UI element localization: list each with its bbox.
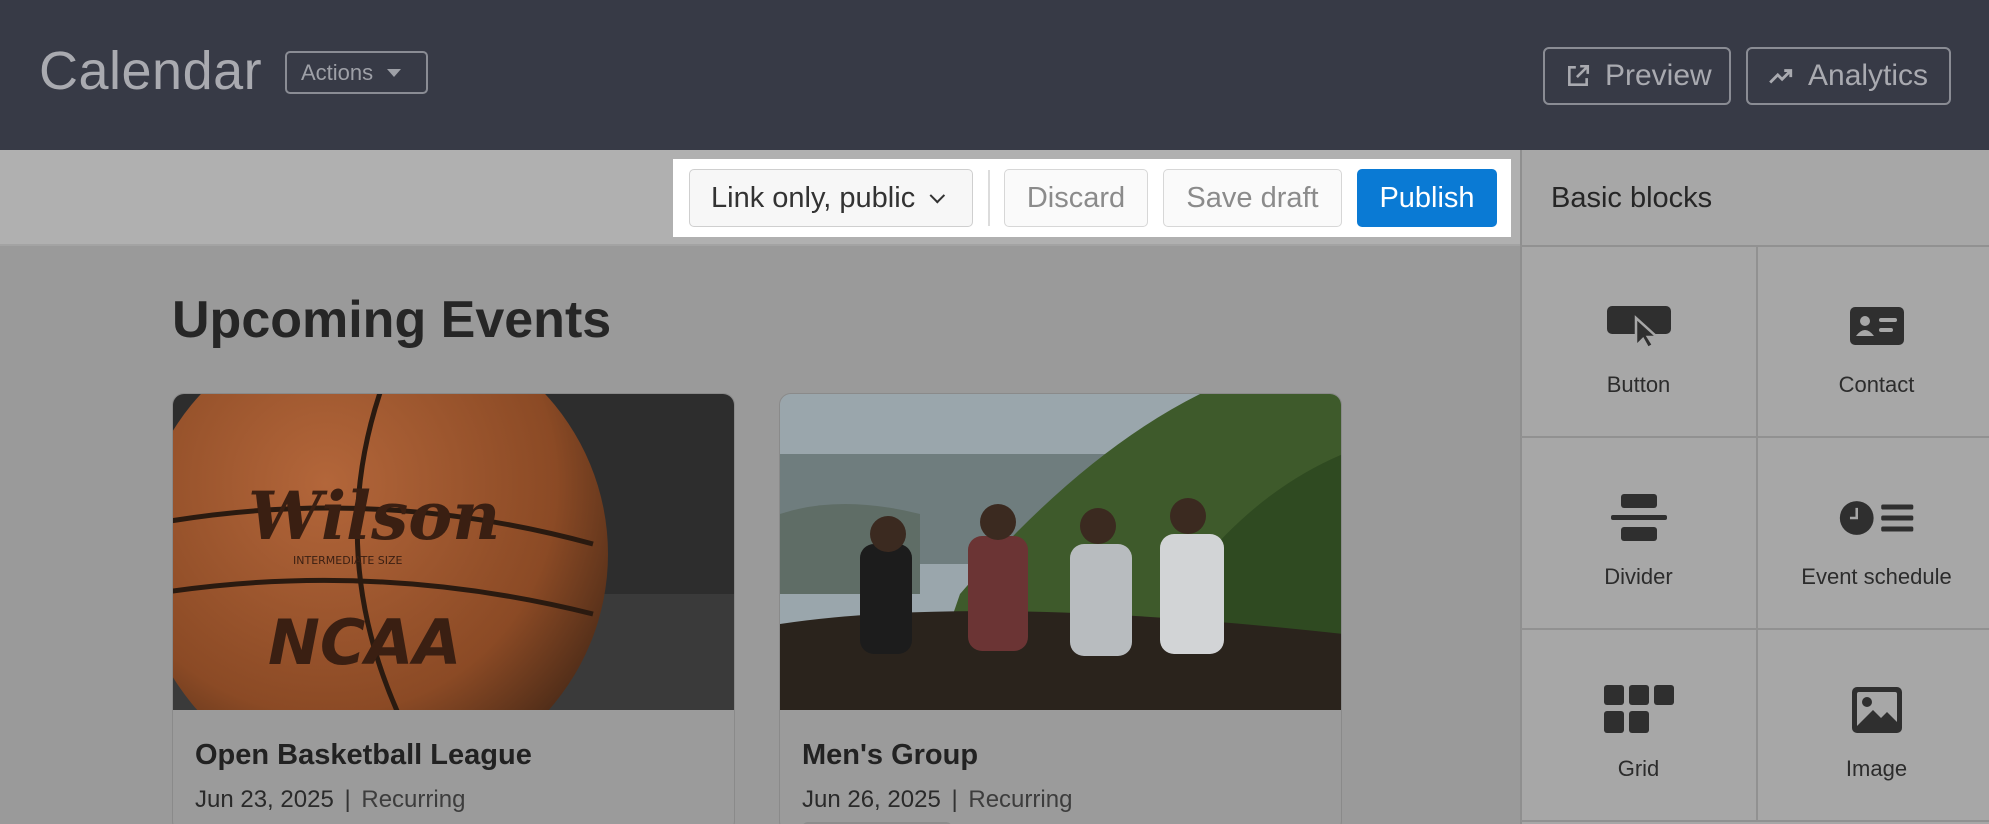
meta-separator: | — [951, 786, 958, 813]
analytics-label: Analytics — [1808, 59, 1929, 92]
image-icon — [1839, 682, 1915, 738]
publish-button[interactable]: Publish — [1357, 169, 1497, 227]
actions-label: Actions — [301, 59, 374, 85]
block-image[interactable]: Image — [1758, 630, 1989, 822]
hillside-group-image — [780, 394, 1341, 710]
contact-card-icon — [1839, 298, 1915, 354]
block-contact[interactable]: Contact — [1758, 246, 1989, 438]
block-label: Divider — [1604, 564, 1673, 589]
event-meta: Jun 23, 2025 | Recurring — [195, 786, 465, 814]
actions-dropdown[interactable]: Actions — [285, 51, 428, 94]
grid-icon — [1601, 682, 1677, 738]
divider-icon — [1601, 490, 1677, 546]
block-label: Contact — [1838, 372, 1915, 397]
svg-text:INTERMEDIATE SIZE: INTERMEDIATE SIZE — [293, 554, 403, 567]
event-card[interactable]: Men's Group Jun 26, 2025 | Recurring — [779, 393, 1342, 824]
external-link-icon — [1568, 64, 1590, 86]
basketball-image: Wilson INTERMEDIATE SIZE NCAA — [173, 394, 734, 710]
block-label: Button — [1606, 372, 1671, 397]
analytics-button[interactable]: Analytics — [1746, 47, 1951, 105]
visibility-value: Link only, public — [711, 181, 916, 214]
block-grid[interactable]: Grid — [1521, 630, 1758, 822]
event-meta: Jun 26, 2025 | Recurring — [802, 786, 1072, 814]
block-divider[interactable]: Divider — [1521, 438, 1758, 630]
block-label: Event schedule — [1801, 564, 1952, 589]
app-title: Calendar — [39, 41, 263, 101]
svg-text:NCAA: NCAA — [268, 606, 461, 679]
event-title: Open Basketball League — [195, 739, 532, 771]
svg-text:Wilson: Wilson — [248, 477, 500, 555]
block-button[interactable]: Button — [1521, 246, 1758, 438]
toolbar-divider — [988, 170, 990, 226]
block-event-schedule[interactable]: Event schedule — [1758, 438, 1989, 630]
block-label: Image — [1845, 756, 1908, 781]
block-label: Grid — [1617, 756, 1660, 781]
chevron-down-icon — [929, 187, 946, 203]
caret-down-icon — [387, 68, 402, 77]
page-title: Upcoming Events — [172, 291, 612, 349]
trending-up-icon — [1769, 69, 1793, 84]
save-draft-button[interactable]: Save draft — [1163, 169, 1342, 227]
event-card[interactable]: Wilson INTERMEDIATE SIZE NCAA Open Baske… — [172, 393, 735, 824]
button-cursor-icon — [1601, 298, 1677, 354]
event-date: Jun 23, 2025 — [195, 786, 334, 813]
preview-button[interactable]: Preview — [1543, 47, 1731, 105]
event-schedule-icon — [1839, 490, 1915, 546]
event-date: Jun 26, 2025 — [802, 786, 941, 813]
event-recurrence: Recurring — [968, 786, 1073, 813]
event-title: Men's Group — [802, 739, 979, 771]
panel-title: Basic blocks — [1551, 182, 1713, 214]
meta-separator: | — [344, 786, 351, 813]
discard-button[interactable]: Discard — [1004, 169, 1148, 227]
visibility-select[interactable]: Link only, public — [689, 169, 973, 227]
preview-label: Preview — [1605, 59, 1712, 92]
event-recurrence: Recurring — [361, 786, 466, 813]
